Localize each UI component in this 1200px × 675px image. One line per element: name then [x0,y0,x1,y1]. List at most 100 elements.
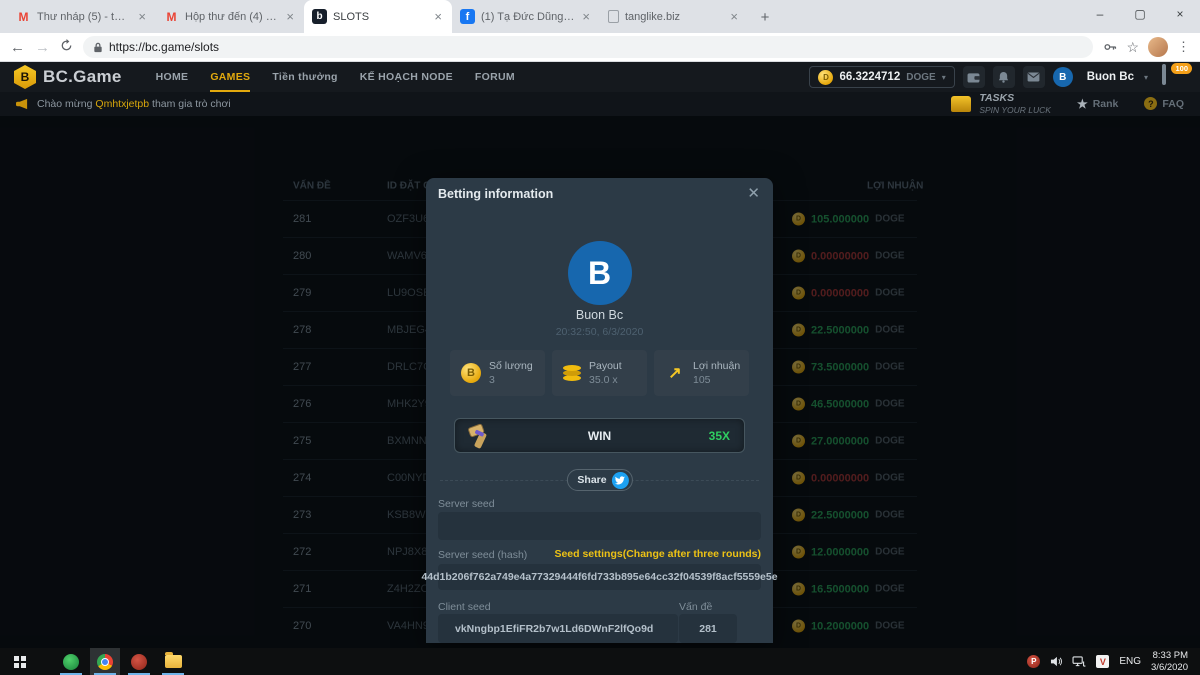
notifications-bell-button[interactable] [993,66,1015,88]
nav-item-label: HOME [156,71,189,83]
close-window-button[interactable]: × [1160,0,1200,28]
taskbar-app[interactable] [124,648,154,675]
vietkey-tray-icon[interactable]: V [1096,655,1109,668]
reload-icon[interactable] [60,39,73,55]
tab-title: SLOTS [333,11,426,23]
wallet-button[interactable] [963,66,985,88]
psiphon-tray-icon[interactable]: P [1027,655,1040,668]
result-label: WIN [455,429,744,443]
star-icon: ★ [1077,97,1088,111]
address-bar[interactable]: https://bc.game/slots [83,36,1093,58]
stat-box: Payout 35.0 x [552,350,647,396]
start-button[interactable] [0,648,40,675]
nav-item-label: FORUM [475,71,515,83]
issue-label: Vấn đề [679,601,712,613]
stat-label: Số lượng [489,360,533,372]
nav-item[interactable]: HOME [156,62,189,92]
balance-currency: DOGE [906,72,935,83]
main-nav: HOME GAMES Tiền thưởng KẾ HOẠCH [156,62,515,92]
maximize-button[interactable]: ▢ [1120,0,1160,28]
minimize-button[interactable]: – [1080,0,1120,28]
bet-datetime: 20:32:50, 6/3/2020 [426,326,773,338]
password-key-icon[interactable] [1103,40,1117,54]
seed-settings-link[interactable]: Seed settings(Change after three rounds) [554,548,761,560]
network-icon[interactable] [1072,656,1086,667]
chat-bubble-icon [1162,64,1166,85]
windows-taskbar: P V ENG 8:33 PM 3/6/2020 [0,648,1200,675]
browser-tab[interactable]: SLOTS × [304,0,452,33]
site-header: B BC.Game HOME GAMES Tiền t [0,62,1200,92]
browser-tab[interactable]: tanglike.biz × [600,0,748,33]
player-name: Buon Bc [426,308,773,322]
tab-title: Thư nháp (5) - thoai14071997@g [37,11,130,23]
share-button[interactable]: Share [566,469,632,491]
chrome-menu-icon[interactable]: ⋮ [1177,39,1190,55]
stat-icon [665,363,685,383]
taskbar-app[interactable] [158,648,188,675]
issue-input[interactable]: 281 [679,614,737,643]
forward-icon[interactable]: → [35,40,50,55]
bcgame-page: B BC.Game HOME GAMES Tiền t [0,62,1200,648]
server-seed-input[interactable] [438,512,761,540]
tab-close-icon[interactable]: × [284,9,296,24]
stat-value: 3 [489,374,533,386]
faq-link[interactable]: ? FAQ [1144,97,1184,110]
question-mark-icon: ? [1144,97,1157,110]
clock-time: 8:33 PM [1153,650,1188,661]
nav-item-label: GAMES [210,71,250,83]
screen: Thư nháp (5) - thoai14071997@g × Hộp thư… [0,0,1200,675]
browser-tab[interactable]: Thư nháp (5) - thoai14071997@g × [8,0,156,33]
system-clock[interactable]: 8:33 PM 3/6/2020 [1151,650,1192,674]
balance-selector[interactable]: D 66.3224712 DOGE ▾ [809,66,954,88]
nav-item-label: Tiền thưởng [272,71,337,83]
nav-item[interactable]: GAMES [210,62,250,92]
stat-value: 105 [693,374,740,386]
url-text: https://bc.game/slots [109,40,219,54]
browser-tab[interactable]: (1) Tạ Đức Dũng - Bông Thanh N × [452,0,600,33]
app-icon [131,654,147,670]
announcement-bar: Chào mừng Qmhtxjetpb tham gia trò chơi T… [0,92,1200,116]
back-icon[interactable]: ← [10,40,25,55]
bcgame-logo[interactable]: B BC.Game [14,65,122,89]
tab-favicon [164,9,179,24]
twitter-icon[interactable] [612,472,629,489]
tab-close-icon[interactable]: × [136,9,148,24]
bcgame-logo-icon: B [14,65,36,89]
client-seed-input[interactable]: vkNngbp1EfiFR2b7w1Ld6DWnF2lfQo9d [438,614,678,643]
tab-close-icon[interactable]: × [728,9,740,24]
chrome-profile-avatar[interactable] [1148,37,1168,57]
tab-favicon [608,10,619,23]
lock-icon [93,42,103,53]
nav-item[interactable]: FORUM [475,62,515,92]
server-seed-hash-value[interactable]: 44d1b206f762a749e4a77329444f6fd733b895e6… [438,564,761,590]
tasks-widget[interactable]: TASKS SPIN YOUR LUCK [951,93,1051,115]
taskbar-app[interactable] [90,648,120,675]
browser-tab[interactable]: Hộp thư đến (4) - bcgamebouns × [156,0,304,33]
mail-button[interactable] [1023,66,1045,88]
nav-item[interactable]: KẾ HOẠCH NODE [360,62,453,92]
app-icon [97,654,113,670]
player-avatar: B [568,241,632,305]
tab-close-icon[interactable]: × [580,9,592,24]
betting-information-modal: Betting information ✕ B Buon Bc 20:32:50… [426,178,773,643]
volume-icon[interactable] [1050,656,1062,667]
chevron-down-icon: ▾ [1144,73,1148,82]
taskbar-app[interactable] [56,648,86,675]
window-controls: – ▢ × [1080,0,1200,28]
rank-link[interactable]: ★ Rank [1077,97,1118,111]
tab-close-icon[interactable]: × [432,9,444,24]
app-icon [165,655,182,668]
stat-box: Số lượng 3 [450,350,545,396]
stat-label: Lợi nhuận [693,360,740,372]
chat-button[interactable]: 100 [1162,66,1186,88]
new-tab-button[interactable]: + [752,4,778,30]
bookmark-star-icon[interactable]: ☆ [1126,39,1139,56]
browser-tabstrip: Thư nháp (5) - thoai14071997@g × Hộp thư… [0,0,1200,33]
clock-date: 3/6/2020 [1151,662,1188,673]
stat-icon [563,365,581,371]
user-name[interactable]: Buon Bc [1087,71,1134,83]
user-avatar[interactable]: B [1053,67,1073,87]
close-icon[interactable]: ✕ [747,184,760,202]
language-indicator[interactable]: ENG [1119,656,1141,667]
nav-item[interactable]: Tiền thưởng [272,62,337,92]
